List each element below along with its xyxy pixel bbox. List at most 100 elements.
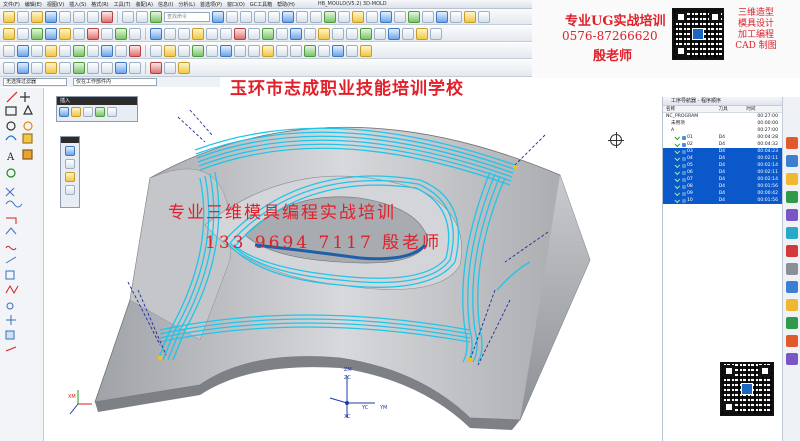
insert-feature-icon[interactable]	[95, 107, 105, 117]
column-name[interactable]: 名称	[663, 106, 719, 112]
create-tool-icon[interactable]	[17, 27, 29, 40]
palette-tool-4-icon[interactable]	[65, 185, 75, 195]
analysis-icon[interactable]	[380, 10, 392, 23]
cutter-compensation-icon[interactable]	[304, 27, 316, 40]
undo-icon[interactable]	[122, 10, 134, 23]
generate-toolpath-icon[interactable]	[73, 27, 85, 40]
column-tool[interactable]: 刀具	[719, 106, 747, 112]
extra-tool-2-icon[interactable]	[436, 10, 448, 23]
operation-row[interactable]: 01 D4 00:04:28	[663, 134, 782, 141]
palette-tab-icon[interactable]	[786, 245, 798, 257]
operation-row[interactable]: 08 D4 00:01:56	[663, 183, 782, 190]
revolve-icon[interactable]	[73, 44, 85, 57]
menu-gc-toolbox[interactable]: GC工具箱	[250, 1, 272, 8]
graphics-viewport[interactable]: ZM ZC YC YM XC XM	[44, 88, 662, 441]
cut-icon[interactable]	[59, 10, 71, 23]
insert-sketch-icon[interactable]	[59, 107, 69, 117]
system-material-icon[interactable]	[786, 281, 798, 293]
program-order-view-icon[interactable]	[150, 27, 162, 40]
transform-icon[interactable]	[318, 27, 330, 40]
extra-tool-3-icon[interactable]	[450, 10, 462, 23]
reuse-library-icon[interactable]	[786, 191, 798, 203]
extra-geo-icon[interactable]	[332, 44, 344, 57]
window-icon[interactable]	[212, 10, 224, 23]
datum-csys-icon[interactable]	[304, 44, 316, 57]
history-tab-icon[interactable]	[786, 209, 798, 221]
role-tab-icon[interactable]	[786, 263, 798, 275]
web-browser-icon[interactable]	[786, 227, 798, 239]
blend-icon[interactable]	[101, 44, 113, 57]
manufacturing-wizard-icon[interactable]	[786, 317, 798, 329]
extra-tool-5-icon[interactable]	[478, 10, 490, 23]
start-icon[interactable]	[3, 10, 15, 23]
measure-icon[interactable]	[366, 10, 378, 23]
extra-cam-2-icon[interactable]	[402, 27, 414, 40]
deselect-icon[interactable]	[150, 62, 162, 74]
snap-face-icon[interactable]	[101, 62, 113, 74]
insert-curve-icon[interactable]	[71, 107, 81, 117]
settings-icon[interactable]	[394, 10, 406, 23]
toolpath-animation-icon[interactable]	[262, 27, 274, 40]
process-studio-icon[interactable]	[786, 299, 798, 311]
operation-row[interactable]: 未用项 00:00:00	[663, 120, 782, 127]
snap-grid-icon[interactable]	[129, 62, 141, 74]
create-operation-icon[interactable]	[59, 27, 71, 40]
replay-toolpath-icon[interactable]	[248, 27, 260, 40]
extra-tool-icon[interactable]	[422, 10, 434, 23]
list-toolpath-icon[interactable]	[129, 27, 141, 40]
wcs-icon[interactable]	[346, 27, 358, 40]
extra-geo-3-icon[interactable]	[360, 44, 372, 57]
feed-rate-icon[interactable]	[290, 27, 302, 40]
shop-doc-icon[interactable]	[115, 27, 127, 40]
insert-datum-icon[interactable]	[83, 107, 93, 117]
menu-assembly[interactable]: 装配(A)	[136, 1, 153, 8]
measure-distance-icon[interactable]	[318, 44, 330, 57]
extra-geo-2-icon[interactable]	[346, 44, 358, 57]
operation-row[interactable]: 09 D4 00:00:42	[663, 190, 782, 197]
rotate-icon[interactable]	[254, 10, 266, 23]
save-icon[interactable]	[45, 10, 57, 23]
command-finder-icon[interactable]	[150, 10, 162, 23]
operation-row[interactable]: A 00:27:00	[663, 127, 782, 134]
offset-face-icon[interactable]	[150, 44, 162, 57]
assembly-tab-icon[interactable]	[786, 155, 798, 167]
delete-icon[interactable]	[101, 10, 113, 23]
column-time[interactable]: 时间	[746, 106, 782, 112]
insert-surface-icon[interactable]	[107, 107, 117, 117]
machine-tool-tab-icon[interactable]	[786, 335, 798, 347]
menu-format[interactable]: 格式(R)	[91, 1, 108, 8]
object-display-icon[interactable]	[276, 27, 288, 40]
palette-tool-2-icon[interactable]	[65, 159, 75, 169]
snap-intersection-icon[interactable]	[87, 62, 99, 74]
menu-window[interactable]: 窗口(O)	[227, 1, 245, 8]
paste-icon[interactable]	[87, 10, 99, 23]
new-file-icon[interactable]	[17, 10, 29, 23]
zoom-icon[interactable]	[240, 10, 252, 23]
mcs-icon[interactable]	[332, 27, 344, 40]
post-process-icon[interactable]	[101, 27, 113, 40]
extra-tool-4-icon[interactable]	[464, 10, 476, 23]
snap-center-icon[interactable]	[59, 62, 71, 74]
selection-scope-select[interactable]: 仅在工作部件内	[73, 78, 157, 86]
select-all-icon[interactable]	[178, 62, 190, 74]
mold-wizard-icon[interactable]	[408, 10, 420, 23]
replace-face-icon[interactable]	[178, 44, 190, 57]
invert-selection-icon[interactable]	[164, 62, 176, 74]
extra-resource-icon[interactable]	[786, 353, 798, 365]
open-folder-icon[interactable]	[31, 10, 43, 23]
create-method-icon[interactable]	[45, 27, 57, 40]
delete-operation-icon[interactable]	[234, 27, 246, 40]
navigator-tab-icon[interactable]	[786, 137, 798, 149]
machine-tool-view-icon[interactable]	[164, 27, 176, 40]
layer-settings-icon[interactable]	[324, 10, 336, 23]
arc-icon[interactable]	[31, 44, 43, 57]
delete-face-icon[interactable]	[192, 44, 204, 57]
operation-row[interactable]: NC_PROGRAM 00:27:00	[663, 113, 782, 120]
point-icon[interactable]	[3, 44, 15, 57]
operation-row[interactable]: 10 D4 00:01:56	[663, 197, 782, 204]
move-face-icon[interactable]	[164, 44, 176, 57]
extrude-icon[interactable]	[59, 44, 71, 57]
extra-cam-4-icon[interactable]	[430, 27, 442, 40]
layer-icon[interactable]	[360, 27, 372, 40]
copy-icon[interactable]	[73, 10, 85, 23]
